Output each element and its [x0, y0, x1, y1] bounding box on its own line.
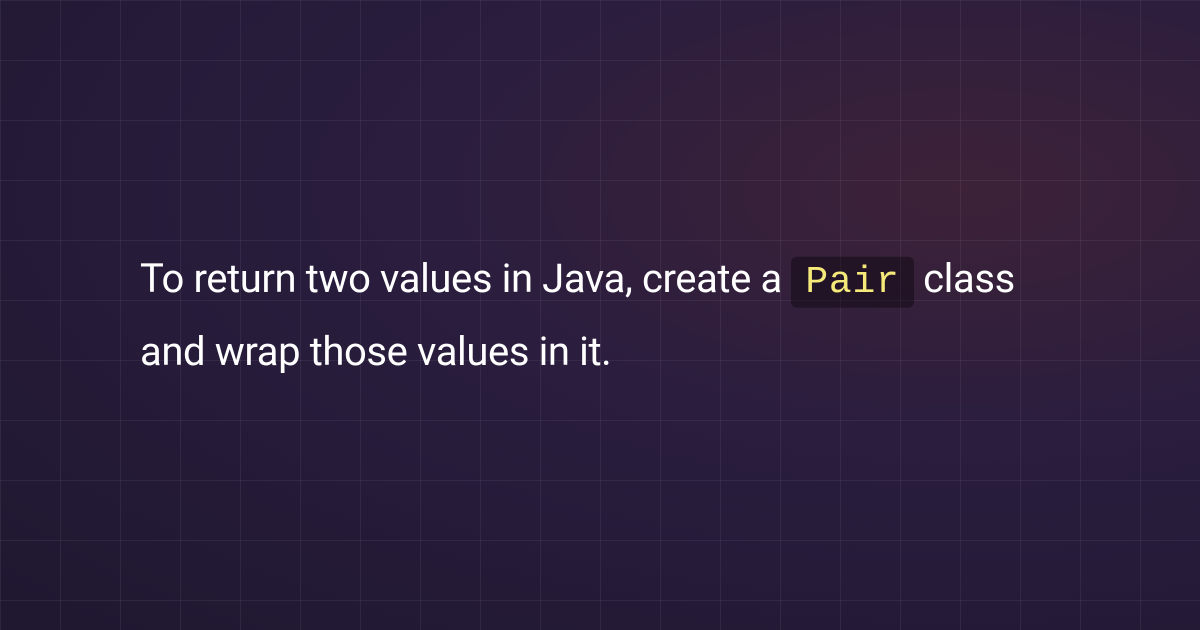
- text-before-code: To return two values in Java, create a: [140, 255, 791, 302]
- code-keyword: Pair: [791, 257, 913, 308]
- content-container: To return two values in Java, create a P…: [120, 244, 1080, 387]
- main-text: To return two values in Java, create a P…: [140, 244, 1060, 387]
